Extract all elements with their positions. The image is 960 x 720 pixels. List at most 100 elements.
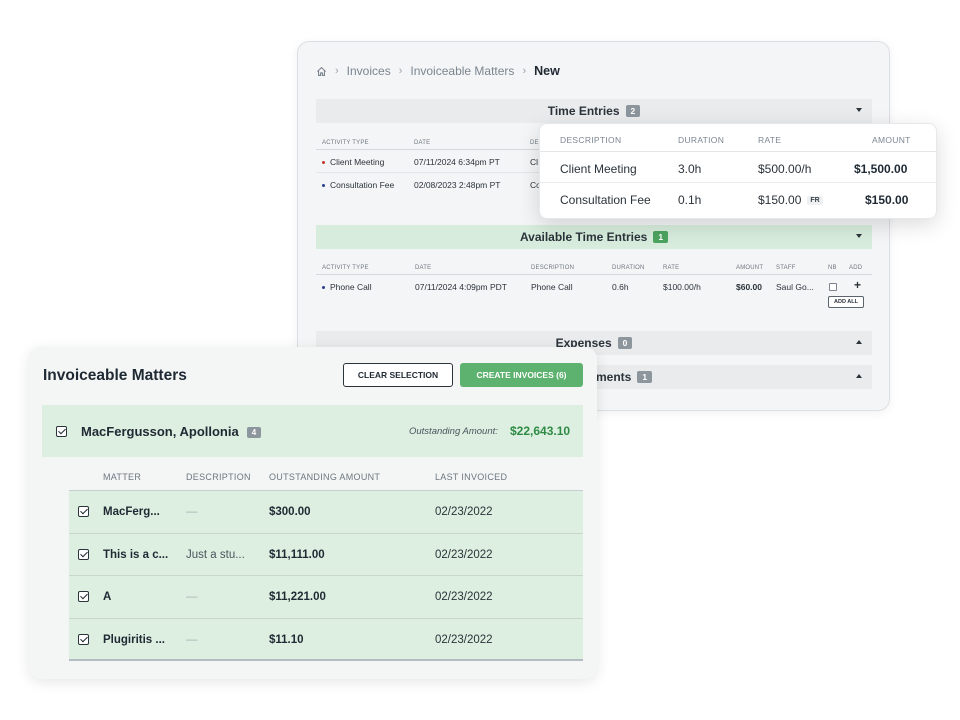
matter-name[interactable]: Plugiritis ... — [103, 634, 165, 646]
client-name-text: MacFergusson, Apollonia — [81, 424, 239, 439]
clear-selection-button[interactable]: CLEAR SELECTION — [343, 363, 453, 387]
outstanding-amount-value: $22,643.10 — [510, 424, 571, 438]
table-row[interactable]: A — $11,221.00 02/23/2022 — [69, 576, 583, 619]
column-header: DATE — [415, 265, 432, 271]
column-header: ACTIVITY TYPE — [322, 140, 369, 146]
time-entries-header[interactable]: Time Entries 2 — [316, 99, 872, 123]
table-row[interactable]: Plugiritis ... — $11.10 02/23/2022 — [69, 618, 583, 661]
staff-cell: Saul Go... — [776, 282, 814, 292]
column-header: NB — [828, 265, 837, 271]
client-select-checkbox[interactable] — [56, 426, 67, 437]
non-billable-checkbox[interactable] — [829, 283, 837, 291]
matter-last-invoiced: 02/23/2022 — [435, 548, 493, 561]
matter-outstanding-amount: $300.00 — [269, 506, 311, 518]
invoiceable-matters-panel: Invoiceable Matters CLEAR SELECTION CREA… — [29, 347, 597, 679]
column-header-description: DESCRIPTION — [186, 472, 251, 482]
matter-name[interactable]: A — [103, 591, 111, 603]
rate-cell: $500.00/h — [758, 162, 812, 176]
matters-table: MATTER DESCRIPTION OUTSTANDING AMOUNT LA… — [69, 459, 583, 661]
column-header-outstanding: OUTSTANDING AMOUNT — [269, 472, 381, 482]
table-row[interactable]: MacFerg... — $300.00 02/23/2022 — [69, 491, 583, 534]
chevron-up-icon[interactable] — [856, 340, 862, 344]
column-header: STAFF — [776, 265, 796, 271]
amount-cell: $60.00 — [736, 282, 762, 292]
matter-outstanding-amount: $11,111.00 — [269, 548, 325, 561]
table-header: ACTIVITY TYPE DATE DESCRIPTION DURATION … — [316, 261, 872, 275]
breadcrumb-separator: › — [335, 65, 339, 77]
chevron-down-icon[interactable] — [856, 108, 862, 112]
matter-name[interactable]: MacFerg... — [103, 506, 160, 518]
date-cell: 07/11/2024 4:09pm PDT — [415, 282, 507, 292]
matter-description: Just a stu... — [186, 548, 245, 561]
column-header: DURATION — [678, 135, 725, 145]
popup-row[interactable]: Consultation Fee 0.1h $150.00 FR $150.00 — [540, 183, 936, 214]
status-dot — [322, 184, 325, 188]
client-name: MacFergusson, Apollonia 4 — [81, 424, 262, 439]
column-header: DURATION — [612, 265, 645, 271]
breadcrumb-invoiceable-matters[interactable]: Invoiceable Matters — [410, 64, 514, 78]
home-icon[interactable] — [316, 66, 327, 77]
matter-description: — — [186, 591, 198, 603]
adjustments-count: 1 — [637, 371, 653, 383]
duration-cell: 3.0h — [678, 162, 702, 176]
column-header: ACTIVITY TYPE — [322, 265, 369, 271]
matter-outstanding-amount: $11.10 — [269, 633, 304, 646]
matter-select-checkbox[interactable] — [78, 506, 89, 517]
table-header: MATTER DESCRIPTION OUTSTANDING AMOUNT LA… — [69, 459, 583, 491]
flat-rate-badge: FR — [807, 196, 823, 206]
description-cell: Cl — [530, 157, 539, 167]
available-time-entries-header[interactable]: Available Time Entries 1 — [316, 225, 872, 249]
available-time-entries-table: ACTIVITY TYPE DATE DESCRIPTION DURATION … — [316, 261, 872, 317]
column-header-matter: MATTER — [103, 472, 142, 482]
available-time-entries-title: Available Time Entries — [519, 230, 648, 244]
breadcrumb-separator: › — [522, 65, 527, 77]
activity-type-cell: Consultation Fee — [322, 180, 394, 190]
matter-description: — — [186, 506, 198, 518]
column-header: RATE — [758, 135, 782, 145]
column-header-last-invoiced: LAST INVOICED — [435, 472, 508, 482]
activity-type-cell: Phone Call — [322, 282, 372, 292]
amount-cell: $150.00 — [865, 193, 909, 207]
matter-select-checkbox[interactable] — [78, 633, 89, 645]
column-header: AMOUNT — [872, 135, 911, 145]
column-header: DESCRIPTION — [531, 265, 575, 271]
adjustments-title: ments — [596, 370, 632, 384]
description-cell: Client Meeting — [560, 162, 637, 176]
rate-cell: $100.00/h — [663, 282, 701, 292]
matter-select-checkbox[interactable] — [78, 591, 89, 602]
matter-last-invoiced: 02/23/2022 — [435, 506, 493, 518]
activity-type-cell: Client Meeting — [322, 157, 384, 167]
page-title: Invoiceable Matters — [43, 367, 187, 384]
column-header: DATE — [414, 140, 431, 146]
matter-count-badge: 4 — [246, 427, 262, 439]
description-cell: Phone Call — [531, 282, 573, 292]
available-time-entries-count: 1 — [653, 231, 669, 243]
description-cell: Consultation Fee — [560, 193, 651, 207]
time-entries-title: Time Entries — [547, 104, 620, 118]
add-entry-plus-icon[interactable]: + — [854, 278, 861, 292]
outstanding-amount-label: Outstanding Amount: — [409, 426, 498, 437]
matter-description: — — [186, 633, 198, 646]
popup-row[interactable]: Client Meeting 3.0h $500.00/h $1,500.00 — [540, 152, 936, 183]
column-header: DESCRIPTION — [560, 135, 622, 145]
matter-outstanding-amount: $11,221.00 — [269, 591, 326, 603]
column-header: ADD — [849, 265, 863, 271]
status-dot — [322, 286, 325, 290]
table-row[interactable]: Phone Call 07/11/2024 4:09pm PDT Phone C… — [316, 275, 872, 317]
client-group-header[interactable]: MacFergusson, Apollonia 4 Outstanding Amo… — [42, 405, 583, 457]
date-cell: 07/11/2024 6:34pm PT — [414, 157, 500, 167]
date-cell: 02/08/2023 2:48pm PT — [414, 180, 501, 190]
table-row[interactable]: This is a c... Just a stu... $11,111.00 … — [69, 533, 583, 576]
create-invoices-button[interactable]: CREATE INVOICES (6) — [460, 363, 583, 387]
duration-cell: 0.1h — [678, 193, 702, 207]
breadcrumb-invoices[interactable]: Invoices — [347, 64, 391, 78]
matter-name[interactable]: This is a c... — [103, 549, 168, 561]
chevron-up-icon[interactable] — [856, 374, 862, 378]
matter-last-invoiced: 02/23/2022 — [435, 633, 493, 646]
column-header: DE — [530, 140, 539, 146]
add-all-button[interactable]: ADD ALL — [828, 296, 864, 308]
matter-select-checkbox[interactable] — [78, 548, 89, 560]
time-entries-count: 2 — [625, 105, 641, 117]
chevron-down-icon[interactable] — [856, 234, 862, 238]
expenses-count: 0 — [617, 337, 633, 349]
